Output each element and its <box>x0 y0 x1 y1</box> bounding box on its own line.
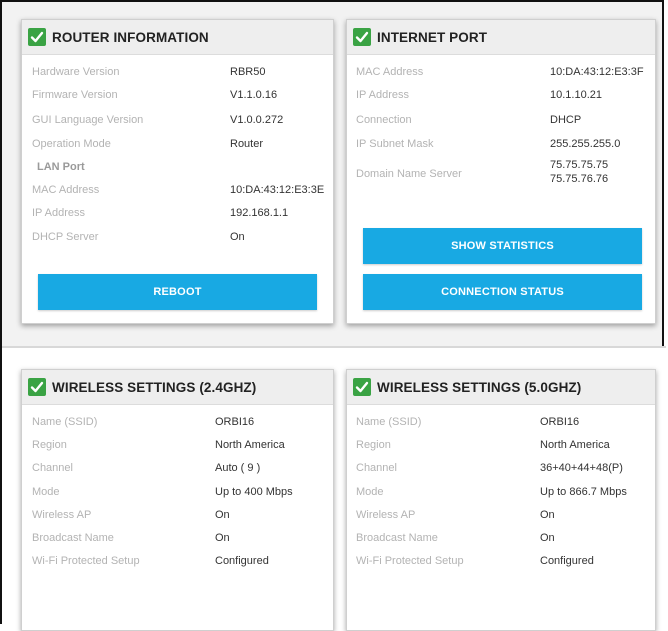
router-info-title: ROUTER INFORMATION <box>52 29 209 45</box>
router-info-header: ROUTER INFORMATION <box>22 20 333 55</box>
wireless-24ghz-header: WIRELESS SETTINGS (2.4GHZ) <box>22 370 333 405</box>
row-label: Mode <box>32 486 60 498</box>
internet-port-panel: INTERNET PORT MAC Address 10:DA:43:12:E3… <box>346 19 656 324</box>
row-label: Connection <box>356 114 412 126</box>
row-value: DHCP <box>550 114 582 126</box>
row-value: On <box>215 532 230 544</box>
internet-port-title: INTERNET PORT <box>377 29 488 45</box>
row-label: IP Address <box>32 207 85 219</box>
connection-status-button[interactable]: CONNECTION STATUS <box>363 274 642 310</box>
row-value: Up to 866.7 Mbps <box>540 486 627 498</box>
checkmark-icon <box>28 378 46 396</box>
row-value: On <box>540 509 555 521</box>
row-value: 36+40+44+48(P) <box>540 462 623 474</box>
row-value: North America <box>540 439 610 451</box>
row-value: V1.1.0.16 <box>230 89 278 101</box>
row-label: Name (SSID) <box>32 416 98 428</box>
row-label: IP Address <box>356 89 409 101</box>
wireless-5ghz-panel: WIRELESS SETTINGS (5.0GHZ) Name (SSID) O… <box>346 369 656 631</box>
show-statistics-button[interactable]: SHOW STATISTICS <box>363 228 642 264</box>
row-label: Domain Name Server <box>356 168 462 180</box>
row-label: Channel <box>356 462 397 474</box>
lan-port-heading: LAN Port <box>37 161 85 173</box>
row-value: 75.75.75.75 <box>550 159 609 171</box>
row-value: On <box>230 231 245 243</box>
row-label: Name (SSID) <box>356 416 422 428</box>
row-value: ORBI16 <box>215 416 255 428</box>
wireless-5ghz-title: WIRELESS SETTINGS (5.0GHZ) <box>377 379 582 395</box>
row-label: Region <box>356 439 391 451</box>
row-value: On <box>540 532 555 544</box>
wireless-24ghz-panel: WIRELESS SETTINGS (2.4GHZ) Name (SSID) O… <box>21 369 334 631</box>
reboot-button[interactable]: REBOOT <box>38 274 317 310</box>
row-label: Mode <box>356 486 384 498</box>
row-label: Hardware Version <box>32 66 120 78</box>
row-value: 192.168.1.1 <box>230 207 289 219</box>
row-value: Configured <box>215 555 269 567</box>
row-label: Operation Mode <box>32 138 111 150</box>
row-label: MAC Address <box>32 184 100 196</box>
row-value: On <box>215 509 230 521</box>
row-value: 75.75.76.76 <box>550 173 609 185</box>
row-value: Configured <box>540 555 594 567</box>
row-value: Auto ( 9 ) <box>215 462 261 474</box>
checkmark-icon <box>353 378 371 396</box>
row-label: Wireless AP <box>32 509 92 521</box>
row-value: Router <box>230 138 264 150</box>
wireless-24ghz-title: WIRELESS SETTINGS (2.4GHZ) <box>52 379 257 395</box>
row-label: Channel <box>32 462 73 474</box>
row-value: RBR50 <box>230 66 266 78</box>
row-value: 10.1.10.21 <box>550 89 602 101</box>
checkmark-icon <box>28 28 46 46</box>
internet-port-header: INTERNET PORT <box>347 20 655 55</box>
checkmark-icon <box>353 28 371 46</box>
row-label: Wi-Fi Protected Setup <box>32 555 140 567</box>
row-label: Broadcast Name <box>32 532 114 544</box>
row-label: Firmware Version <box>32 89 118 101</box>
row-label: Wi-Fi Protected Setup <box>356 555 464 567</box>
row-value: 10:DA:43:12:E3:3E <box>230 184 325 196</box>
row-label: DHCP Server <box>32 231 99 243</box>
row-label: IP Subnet Mask <box>356 138 434 150</box>
row-value: Up to 400 Mbps <box>215 486 293 498</box>
row-label: MAC Address <box>356 66 424 78</box>
row-value: 255.255.255.0 <box>550 138 621 150</box>
row-value: ORBI16 <box>540 416 580 428</box>
row-value: 10:DA:43:12:E3:3F <box>550 66 644 78</box>
row-label: Broadcast Name <box>356 532 438 544</box>
row-label: Wireless AP <box>356 509 416 521</box>
router-info-panel: ROUTER INFORMATION Hardware Version RBR5… <box>21 19 334 324</box>
row-value: North America <box>215 439 285 451</box>
row-value: V1.0.0.272 <box>230 114 284 126</box>
wireless-5ghz-header: WIRELESS SETTINGS (5.0GHZ) <box>347 370 655 405</box>
row-label: GUI Language Version <box>32 114 144 126</box>
row-label: Region <box>32 439 67 451</box>
